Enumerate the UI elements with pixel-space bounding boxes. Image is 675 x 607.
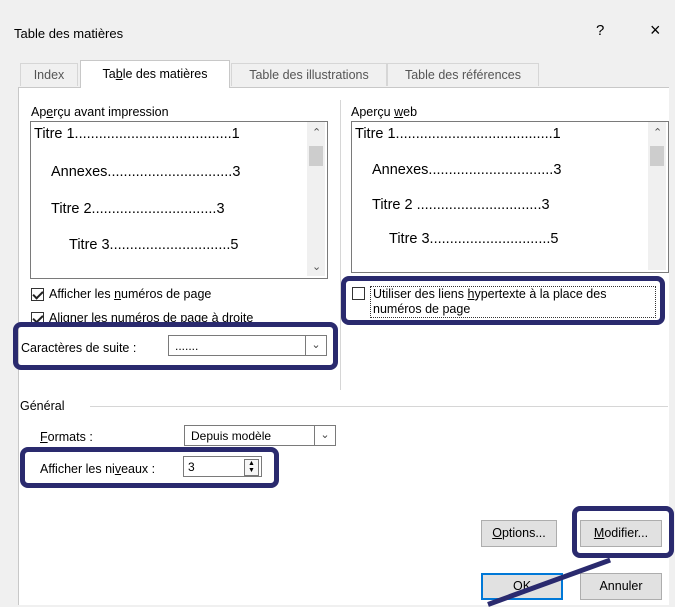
tab-index[interactable]: Index — [20, 63, 78, 86]
general-divider — [90, 406, 668, 407]
web-line-4: Titre 3..............................5 — [389, 231, 559, 247]
highlight-hyperlinks — [341, 276, 665, 325]
general-label: Général — [20, 399, 65, 413]
help-icon[interactable]: ? — [596, 22, 604, 39]
preview-line-2: Annexes...............................3 — [51, 164, 241, 180]
formats-label: Formats : — [40, 430, 93, 444]
ok-button[interactable]: OK — [481, 573, 563, 600]
scroll-thumb[interactable] — [650, 146, 664, 166]
show-page-numbers-checkbox[interactable] — [31, 288, 44, 301]
preview-line-3: Titre 2...............................3 — [51, 201, 225, 217]
print-preview-label: Aperçu avant impression — [31, 105, 169, 119]
chevron-down-icon: ⌄ — [314, 426, 335, 445]
tab-illustrations[interactable]: Table des illustrations — [231, 63, 387, 86]
scroll-up-icon[interactable]: ⌃ — [312, 126, 321, 139]
dialog-title: Table des matières — [14, 26, 124, 41]
scroll-down-icon[interactable]: ⌄ — [312, 260, 321, 273]
web-line-3: Titre 2 ...............................3 — [372, 197, 550, 213]
scroll-up-icon[interactable]: ⌃ — [653, 126, 662, 139]
close-icon[interactable]: × — [650, 20, 661, 41]
highlight-modify — [572, 506, 674, 558]
show-page-numbers-label: Afficher les numéros de page — [49, 287, 212, 301]
highlight-tab-leader — [13, 322, 338, 370]
web-preview-scrollbar[interactable]: ⌃ — [648, 122, 666, 270]
cancel-button[interactable]: Annuler — [580, 573, 662, 600]
preview-line-1: Titre 1.................................… — [34, 126, 240, 142]
formats-select[interactable]: Depuis modèle ⌄ — [184, 425, 336, 446]
divider — [340, 100, 341, 390]
tab-table-des-matieres[interactable]: Table des matières — [80, 60, 230, 88]
web-preview-label: Aperçu web — [351, 105, 418, 119]
preview-line-4: Titre 3..............................5 — [69, 237, 239, 253]
highlight-levels — [20, 447, 279, 488]
tab-label: Table des matières — [102, 67, 208, 81]
formats-value: Depuis modèle — [191, 429, 272, 443]
options-button[interactable]: Options... — [481, 520, 557, 547]
web-preview-box[interactable]: Titre 1.................................… — [351, 121, 669, 273]
tab-references[interactable]: Table des références — [387, 63, 539, 86]
print-preview-box[interactable]: Titre 1.................................… — [30, 121, 328, 279]
web-line-1: Titre 1.................................… — [355, 126, 561, 142]
print-preview-scrollbar[interactable]: ⌃ ⌄ — [307, 122, 325, 276]
web-line-2: Annexes...............................3 — [372, 162, 562, 178]
scroll-thumb[interactable] — [309, 146, 323, 166]
